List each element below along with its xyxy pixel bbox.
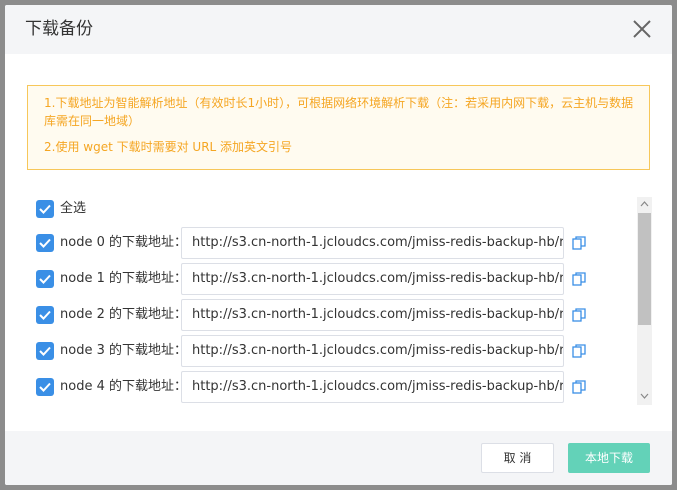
- node-checkbox[interactable]: [36, 234, 54, 252]
- notice-line-1: 1.下载地址为智能解析地址（有效时长1小时），可根据网络环境解析下载（注：若采用…: [44, 96, 634, 128]
- copy-icon[interactable]: [572, 307, 586, 322]
- node-checkbox[interactable]: [36, 378, 54, 396]
- download-url-field[interactable]: http://s3.cn-north-1.jcloudcs.com/jmiss-…: [181, 299, 564, 331]
- node-checkbox[interactable]: [36, 270, 54, 288]
- local-download-button[interactable]: 本地下载: [568, 443, 650, 473]
- node-row-0: node 0 的下载地址： http://s3.cn-north-1.jclou…: [36, 227, 596, 259]
- cancel-button[interactable]: 取 消: [481, 443, 554, 473]
- node-row-1: node 1 的下载地址： http://s3.cn-north-1.jclou…: [36, 263, 596, 295]
- node-list: 全选 node 0 的下载地址： http://s3.cn-north-1.jc…: [27, 191, 652, 405]
- scroll-up-arrow-icon[interactable]: [640, 201, 649, 207]
- dialog-title: 下载备份: [25, 19, 93, 39]
- download-url-field[interactable]: http://s3.cn-north-1.jcloudcs.com/jmiss-…: [181, 263, 564, 295]
- node-row-3: node 3 的下载地址： http://s3.cn-north-1.jclou…: [36, 335, 596, 367]
- scrollbar-thumb[interactable]: [638, 213, 651, 325]
- download-url-field[interactable]: http://s3.cn-north-1.jcloudcs.com/jmiss-…: [181, 335, 564, 367]
- node-checkbox[interactable]: [36, 342, 54, 360]
- select-all-label: 全选: [60, 201, 87, 216]
- node-checkbox[interactable]: [36, 306, 54, 324]
- node-row-2: node 2 的下载地址： http://s3.cn-north-1.jclou…: [36, 299, 596, 331]
- node-row-4: node 4 的下载地址： http://s3.cn-north-1.jclou…: [36, 371, 596, 403]
- node-label: node 4 的下载地址：: [60, 379, 187, 394]
- copy-icon[interactable]: [572, 343, 586, 358]
- node-label: node 1 的下载地址：: [60, 271, 187, 286]
- download-backup-dialog: 下载备份 1.下载地址为智能解析地址（有效时长1小时），可根据网络环境解析下载（…: [5, 5, 672, 485]
- download-url-field[interactable]: http://s3.cn-north-1.jcloudcs.com/jmiss-…: [181, 371, 564, 403]
- notice-line-2: 2.使用 wget 下载时需要对 URL 添加英文引号: [44, 140, 293, 154]
- download-url-field[interactable]: http://s3.cn-north-1.jcloudcs.com/jmiss-…: [181, 227, 564, 259]
- select-all-checkbox[interactable]: [36, 200, 54, 218]
- close-icon[interactable]: [630, 17, 654, 41]
- node-label: node 2 的下载地址：: [60, 307, 187, 322]
- node-label: node 3 的下载地址：: [60, 343, 187, 358]
- copy-icon[interactable]: [572, 235, 586, 250]
- scroll-down-arrow-icon[interactable]: [640, 393, 649, 399]
- node-label: node 0 的下载地址：: [60, 235, 187, 250]
- copy-icon[interactable]: [572, 379, 586, 394]
- copy-icon[interactable]: [572, 271, 586, 286]
- dialog-header: 下载备份: [5, 5, 672, 54]
- notice-box: 1.下载地址为智能解析地址（有效时长1小时），可根据网络环境解析下载（注：若采用…: [27, 85, 650, 170]
- scrollbar[interactable]: [637, 197, 652, 405]
- dialog-footer: 取 消 本地下载: [5, 431, 672, 485]
